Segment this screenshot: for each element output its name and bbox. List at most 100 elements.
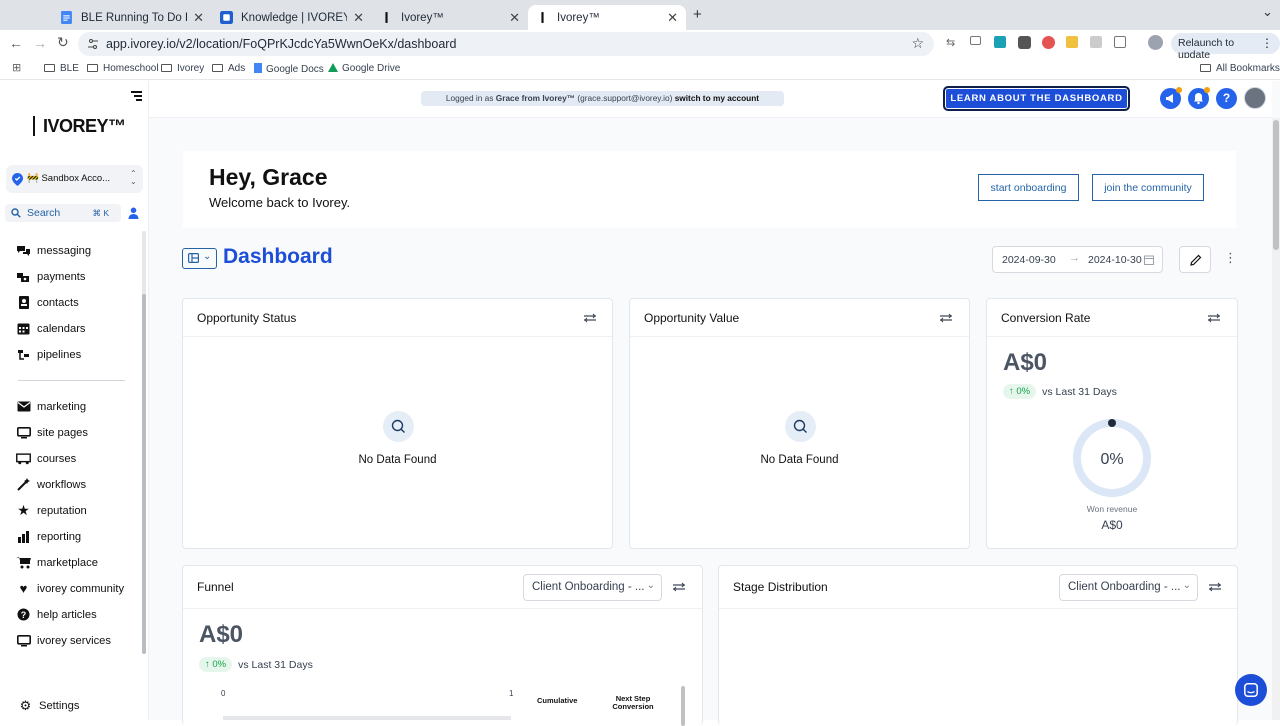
profile-avatar-icon[interactable]: [1148, 35, 1163, 50]
impersonation-banner: Logged in as Grace from Ivorey™ (grace.s…: [421, 91, 784, 106]
join-community-button[interactable]: join the community: [1092, 174, 1204, 201]
sidebar-item-reporting[interactable]: reporting: [16, 530, 81, 543]
sidebar-item-label: ivorey services: [37, 634, 111, 647]
sidebar-item-label: payments: [37, 270, 86, 283]
close-tab-icon[interactable]: ✕: [193, 10, 204, 26]
filter-icon[interactable]: [673, 582, 685, 592]
card-title: Conversion Rate: [1001, 311, 1091, 325]
sidebar-item-marketing[interactable]: marketing: [16, 400, 86, 413]
account-name: 🚧 Sandbox Acco...: [27, 173, 111, 184]
browser-tab-2[interactable]: Knowledge | IVOREY™ | Interc ✕: [212, 5, 372, 30]
bookmark-ivorey[interactable]: Ivorey: [161, 63, 204, 74]
intercom-icon: [220, 11, 233, 24]
sidebar-scrollbar-thumb[interactable]: [142, 294, 146, 654]
collapse-menu-icon[interactable]: [131, 91, 142, 101]
sidebar-item-pipelines[interactable]: pipelines: [16, 348, 81, 361]
bookmark-ads[interactable]: Ads: [212, 63, 245, 74]
extension-grey-icon[interactable]: [1090, 36, 1102, 48]
forward-icon[interactable]: →: [33, 35, 47, 51]
welcome-subtitle: Welcome back to Ivorey.: [209, 195, 351, 210]
opportunity-value-card: Opportunity Value No Data Found: [629, 298, 970, 549]
extension-yellow-icon[interactable]: [1066, 36, 1078, 48]
bookmark-homeschool[interactable]: Homeschool: [87, 63, 159, 74]
switch-account-link[interactable]: switch to my account: [675, 93, 759, 103]
welcome-greeting: Hey, Grace: [209, 164, 328, 190]
learn-dashboard-button[interactable]: LEARN ABOUT THE DASHBOARD: [943, 86, 1130, 111]
filter-icon[interactable]: [1208, 313, 1220, 323]
sidebar-search[interactable]: Search ⌘ K: [5, 204, 121, 222]
bookmark-star-icon[interactable]: ☆: [911, 35, 924, 52]
page-scrollbar-thumb[interactable]: [1273, 120, 1279, 250]
compare-text: vs Last 31 Days: [1042, 385, 1117, 398]
card-title: Opportunity Status: [197, 311, 297, 325]
new-tab-icon[interactable]: +: [693, 6, 702, 23]
sidebar-item-ivorey-community[interactable]: ♥ ivorey community: [16, 581, 124, 596]
chat-launcher-button[interactable]: [1235, 674, 1267, 706]
select-value: Client Onboarding - ...: [532, 581, 645, 593]
sidebar-item-workflows[interactable]: workflows: [16, 478, 86, 491]
announcements-megaphone-icon[interactable]: [1160, 87, 1182, 109]
funnel-pipeline-select[interactable]: Client Onboarding - ... ⌄: [523, 574, 662, 601]
funnel-scrollbar[interactable]: [681, 686, 685, 726]
close-tab-icon[interactable]: ✕: [667, 10, 678, 26]
browser-tab-4-active[interactable]: Ivorey™ ✕: [528, 5, 686, 30]
extension-tool-icon[interactable]: [1018, 36, 1031, 49]
bookmark-ble[interactable]: BLE: [44, 63, 79, 74]
camera-icon[interactable]: [970, 36, 981, 45]
sidebar-item-label: marketplace: [37, 556, 98, 569]
close-tab-icon[interactable]: ✕: [509, 10, 520, 26]
sidebar-item-messaging[interactable]: messaging: [16, 244, 91, 257]
stage-pipeline-select[interactable]: Client Onboarding - ... ⌄: [1059, 574, 1198, 601]
edit-dashboard-button[interactable]: [1179, 246, 1211, 273]
back-icon[interactable]: ←: [9, 35, 23, 51]
browser-tab-1[interactable]: BLE Running To Do List - Goo ✕: [52, 5, 212, 30]
all-bookmarks[interactable]: All Bookmarks: [1200, 63, 1280, 74]
account-switcher[interactable]: 🚧 Sandbox Acco... ⌃ ⌄: [6, 165, 143, 193]
extension-flag-icon[interactable]: [994, 36, 1006, 48]
sync-icon[interactable]: ⇆: [946, 36, 955, 49]
sidebar-item-reputation[interactable]: ★ reputation: [16, 502, 87, 518]
funnel-value: A$0: [199, 621, 244, 648]
start-onboarding-button[interactable]: start onboarding: [978, 174, 1079, 201]
sidebar-item-label: reporting: [37, 530, 82, 543]
more-options-icon[interactable]: ⋮: [1224, 250, 1237, 266]
help-question-icon[interactable]: ?: [1216, 88, 1237, 109]
address-bar[interactable]: app.ivorey.io/v2/location/FoQPrKJcdcYa5W…: [78, 32, 934, 56]
bookmark-google-docs[interactable]: Google Docs: [254, 63, 324, 75]
tab-search-icon[interactable]: ⌄: [1262, 4, 1273, 20]
bookmarks-bar: ⊞ BLE Homeschool Ivorey Ads Google Docs …: [0, 58, 1280, 80]
reload-icon[interactable]: ↻: [57, 34, 69, 51]
extension-badge-icon[interactable]: [1042, 36, 1055, 49]
filter-icon[interactable]: [940, 313, 952, 323]
extensions-puzzle-icon[interactable]: [1114, 36, 1126, 48]
close-tab-icon[interactable]: ✕: [353, 10, 364, 26]
dashboard-title: Dashboard: [223, 245, 333, 268]
dashboard-switcher-button[interactable]: ⌄: [182, 248, 217, 269]
notifications-bell-icon[interactable]: [1188, 87, 1210, 109]
sidebar-item-calendars[interactable]: calendars: [16, 322, 86, 335]
sidebar-item-label: help articles: [37, 608, 97, 621]
card-title: Funnel: [197, 580, 234, 594]
sidebar-item-courses[interactable]: courses: [16, 452, 76, 465]
sidebar-item-settings[interactable]: ⚙ Settings: [18, 698, 80, 713]
cart-icon: [16, 556, 31, 569]
contact-person-icon[interactable]: [128, 207, 139, 219]
relaunch-button[interactable]: Relaunch to update ⋮: [1171, 33, 1280, 61]
star-icon: ★: [17, 502, 30, 518]
filter-icon[interactable]: [584, 313, 596, 323]
sidebar-item-help-articles[interactable]: ? help articles: [16, 608, 97, 621]
sidebar-item-payments[interactable]: payments: [16, 270, 86, 283]
sidebar-item-site-pages[interactable]: site pages: [16, 426, 88, 439]
sidebar-item-contacts[interactable]: contacts: [16, 296, 79, 309]
bookmark-google-drive[interactable]: Google Drive: [328, 63, 400, 74]
date-range-picker[interactable]: 2024-09-30 → 2024-10-30: [992, 246, 1163, 273]
user-avatar[interactable]: [1244, 87, 1266, 109]
apps-grid-icon[interactable]: ⊞: [12, 61, 21, 74]
sidebar-item-marketplace[interactable]: marketplace: [16, 556, 98, 569]
site-info-icon[interactable]: [87, 38, 99, 50]
sidebar-item-ivorey-services[interactable]: ivorey services: [16, 634, 111, 647]
browser-tab-3[interactable]: Ivorey™ ✕: [372, 5, 528, 30]
browser-tab-strip: BLE Running To Do List - Goo ✕ Knowledge…: [0, 0, 1280, 30]
folder-icon: [87, 64, 98, 72]
filter-icon[interactable]: [1209, 582, 1221, 592]
